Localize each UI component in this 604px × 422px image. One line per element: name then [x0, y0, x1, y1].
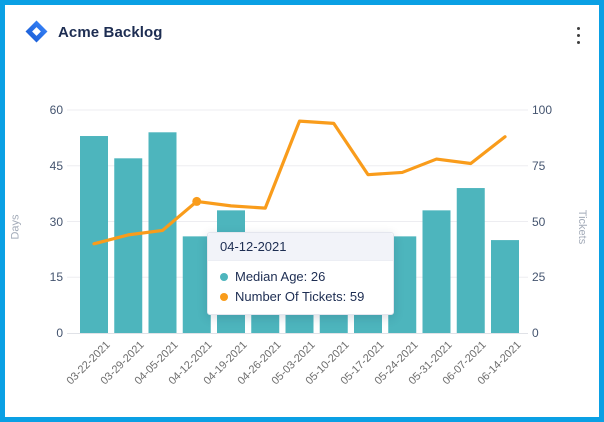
highlighted-point-04-12-2021[interactable] [192, 197, 201, 206]
left-axis-tick-60: 60 [23, 103, 63, 117]
chart-tooltip: 04-12-2021 Median Age: 26 Number Of Ticke… [207, 232, 394, 315]
right-axis-tick-25: 25 [532, 270, 545, 284]
bar-03-29-2021[interactable] [114, 158, 142, 333]
right-axis-tick-100: 100 [532, 103, 552, 117]
right-axis-title: Tickets [576, 210, 588, 244]
bar-03-22-2021[interactable] [80, 136, 108, 333]
bar-06-14-2021[interactable] [491, 240, 519, 333]
tooltip-date: 04-12-2021 [208, 233, 393, 261]
right-axis-tick-0: 0 [532, 326, 539, 340]
series-color-dot [220, 273, 228, 281]
right-axis-tick-50: 50 [532, 215, 545, 229]
app-window: Acme Backlog 015304560025507510003-22-20… [0, 0, 604, 422]
stage: Acme Backlog 015304560025507510003-22-20… [5, 5, 599, 417]
left-axis-tick-0: 0 [23, 326, 63, 340]
bar-05-31-2021[interactable] [423, 210, 451, 333]
tooltip-body: Median Age: 26 Number Of Tickets: 59 [208, 261, 393, 314]
tooltip-row-1: Number Of Tickets: 59 [220, 289, 381, 304]
left-axis-tick-45: 45 [23, 159, 63, 173]
bar-06-07-2021[interactable] [457, 188, 485, 333]
left-axis-title: Days [10, 214, 22, 239]
series-color-dot [220, 293, 228, 301]
tooltip-row-0: Median Age: 26 [220, 269, 381, 284]
right-axis-tick-75: 75 [532, 159, 545, 173]
tooltip-row-text: Number Of Tickets: 59 [235, 289, 364, 304]
left-axis-tick-15: 15 [23, 270, 63, 284]
tooltip-row-text: Median Age: 26 [235, 269, 325, 284]
left-axis-tick-30: 30 [23, 215, 63, 229]
